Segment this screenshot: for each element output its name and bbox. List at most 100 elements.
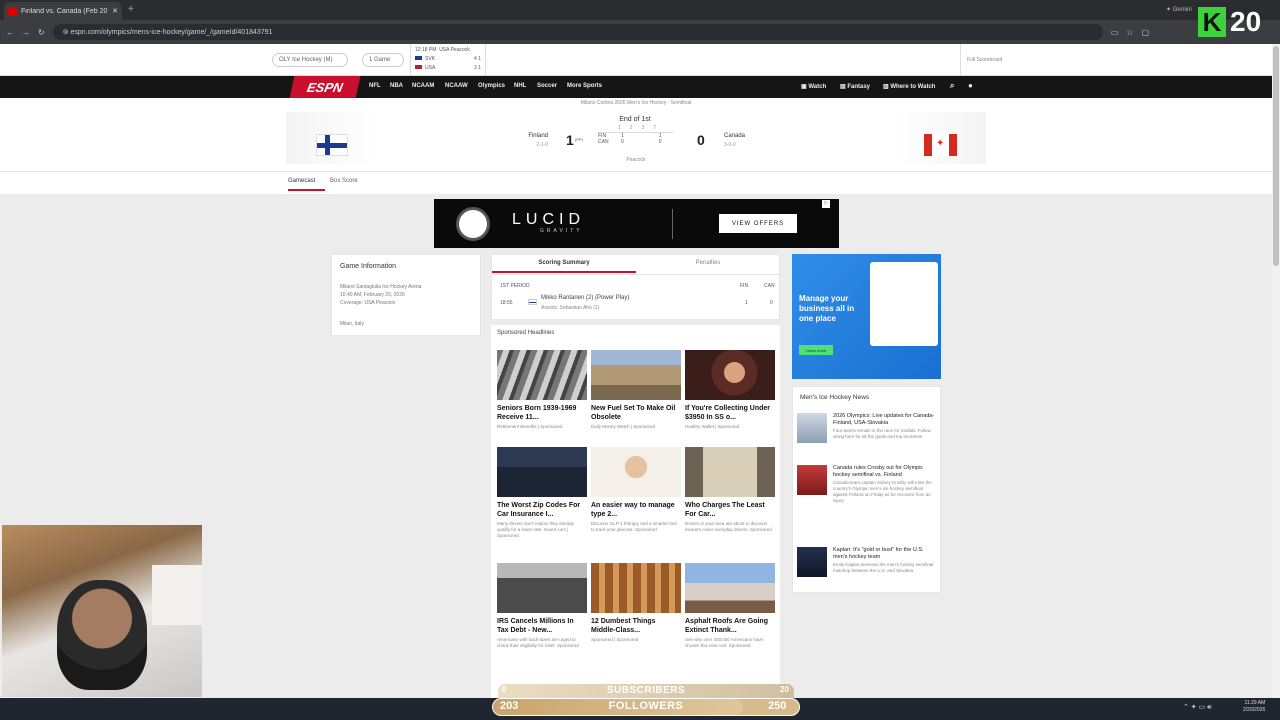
esquire-seal-icon [456, 207, 490, 241]
news-item[interactable]: 2026 Olympics: Live updates for Canada-F… [833, 413, 937, 440]
clock-date: 2/20/2026 [1243, 707, 1266, 713]
followers-right: 250 [768, 700, 787, 712]
nav-link-ncaam[interactable]: NCAAM [412, 83, 434, 89]
goal-can-score: 0 [770, 300, 773, 306]
sponsored-item[interactable]: 12 Dumbest Things Middle-Class... Sponso… [591, 563, 681, 643]
home-team-name[interactable]: Canada [724, 133, 745, 139]
news-item[interactable]: Kaplan: It's "gold or bust" for the U.S.… [833, 547, 937, 574]
clock-time: 11:29 AM [1244, 700, 1266, 706]
view-offers-button[interactable]: VIEW OFFERS [719, 214, 797, 233]
browser-tab[interactable]: Finland vs. Canada (Feb 20, 20 ✕ [4, 2, 122, 20]
league-select[interactable]: OLY Ice Hockey (M) [272, 53, 348, 67]
sponsored-headlines-card: Sponsored Headlines Seniors Born 1939-19… [491, 325, 780, 698]
goal-scorer[interactable]: Mikko Rantanen (2) (Power Play) [541, 295, 629, 301]
sponsored-item[interactable]: If You're Collecting Under $3950 In SS o… [685, 350, 775, 430]
sponsored-item[interactable]: IRS Cancels Millions In Tax Debt - New..… [497, 563, 587, 649]
adchoices-icon[interactable]: ▷ [822, 200, 830, 208]
sponsored-item[interactable]: An easier way to manage type 2... Discov… [591, 447, 681, 533]
nav-watch[interactable]: ▣ Watch [801, 83, 826, 90]
linescore-table: 123T FIN 1 1 CAN 0 0 [598, 125, 674, 145]
tab-box-score[interactable]: Box Score [330, 178, 358, 184]
venue: Milano Santagiulia Ice Hockey Arena [340, 284, 422, 290]
webcam-window [152, 565, 202, 625]
nav-link-more-sports[interactable]: More Sports [567, 83, 602, 89]
mini-time: 12:18 PM [415, 47, 437, 53]
nav-link-nhl[interactable]: NHL [514, 83, 526, 89]
sponsored-headline: If You're Collecting Under $3950 In SS o… [685, 405, 771, 421]
game-datetime: 10:40 AM, February 20, 2026 [340, 292, 405, 298]
scores-subnav: OLY Ice Hockey (M) 1 Game 12:18 PM USA P… [0, 44, 1272, 76]
gamestrip-scoreboard: ✦ End of 1st Finland 2-1-0 1 (PP) 123T F… [0, 108, 1272, 172]
profile-icon[interactable]: ● [968, 81, 973, 90]
canada-flag-panel: ✦ [894, 112, 986, 164]
bookmark-star-icon[interactable]: ☆ [1126, 28, 1133, 37]
kick-follow-badge: K 20 [1198, 4, 1278, 40]
extensions-icon[interactable]: ▢ [1141, 28, 1149, 37]
nav-fantasy[interactable]: ▤ Fantasy [840, 83, 870, 90]
tab-gamecast[interactable]: Gamecast [288, 178, 325, 191]
clock[interactable]: 11:29 AM 2/20/2026 [1243, 700, 1265, 714]
game-information-card: Game Information Milano Santagiulia Ice … [331, 254, 481, 336]
away-team-name[interactable]: Finland [510, 133, 548, 139]
mini-team1: SVK [425, 56, 436, 62]
side-ad[interactable]: Manage your business all in one place Le… [792, 254, 941, 379]
sponsored-source: Retirement Benefits | Sponsored [497, 424, 562, 429]
kick-logo-icon: K [1198, 7, 1226, 37]
sponsored-source: Drivers in your area are about to discov… [685, 521, 772, 532]
full-scoreboard-link[interactable]: Full Scoreboard [960, 44, 1272, 76]
tab-penalties[interactable]: Penalties [636, 260, 780, 266]
svk-flag-icon [415, 56, 422, 60]
search-icon[interactable]: ⌕ [950, 81, 954, 91]
nav-where-label: Where to Watch [890, 84, 936, 90]
sponsored-source: Sponsored | Sponsored [591, 637, 639, 642]
nav-link-nba[interactable]: NBA [390, 83, 403, 89]
sponsored-item[interactable]: New Fuel Set To Make Oil Obsolete Daily … [591, 350, 681, 430]
page-tabs: Gamecast Box Score [0, 172, 1272, 194]
cast-icon[interactable]: ▭ [1111, 28, 1119, 37]
lucid-ad-banner[interactable]: LUCID GRAVITY VIEW OFFERS ▷ [434, 199, 839, 248]
nav-link-nfl[interactable]: NFL [369, 83, 381, 89]
side-ad-headline: Manage your business all in one place [799, 294, 855, 323]
mini-score2: 3 1 [474, 65, 481, 71]
sponsored-headline: An easier way to manage type 2... [591, 502, 675, 518]
new-tab-button[interactable]: + [128, 4, 134, 15]
nav-link-olympics[interactable]: Olympics [478, 83, 505, 89]
news-title: Men's Ice Hockey News [800, 394, 870, 401]
news-headline: Kaplan: It's "gold or bust" for the U.S.… [833, 547, 924, 560]
news-item[interactable]: Canada rules Crosby out for Olympic hock… [833, 465, 937, 504]
page-scrollbar-thumb[interactable] [1273, 46, 1279, 266]
sponsored-headline: Seniors Born 1939-1969 Receive 11... [497, 405, 577, 421]
sponsored-item[interactable]: The Worst Zip Codes For Car Insurance I.… [497, 447, 587, 539]
mini-scorecard[interactable]: 12:18 PM USA Peacock SVK 4 1 USA 3 1 [410, 44, 486, 76]
reload-icon[interactable]: ↻ [38, 28, 45, 37]
side-ad-cta[interactable]: Learn more [799, 345, 833, 355]
nav-link-soccer[interactable]: Soccer [537, 83, 557, 89]
nav-link-ncaaw[interactable]: NCAAW [445, 83, 468, 89]
sponsored-title: Sponsored Headlines [497, 330, 555, 336]
forward-icon[interactable]: → [22, 28, 30, 37]
sponsored-image [685, 563, 775, 613]
followers-label: FOLLOWERS [608, 700, 684, 712]
tray-icons[interactable]: ⌃ ✦ ▭ 🔊︎ [1183, 703, 1212, 712]
nav-where-to-watch[interactable]: ▥ Where to Watch [883, 83, 935, 90]
espn-logo[interactable]: ESPN [289, 76, 361, 98]
col-can: CAN [764, 283, 775, 289]
sponsored-item[interactable]: Asphalt Roofs Are Going Extinct Thank...… [685, 563, 775, 649]
side-ad-phone-mockup [870, 262, 938, 346]
sponsored-item[interactable]: Who Charges The Least For Car... Drivers… [685, 447, 775, 533]
sponsored-item[interactable]: Seniors Born 1939-1969 Receive 11... Ret… [497, 350, 587, 430]
browser-tab-strip: Finland vs. Canada (Feb 20, 20 ✕ + ✦ Gem… [0, 0, 1280, 20]
lock-icon: ⊚ [62, 29, 71, 36]
tab-scoring-summary[interactable]: Scoring Summary [492, 260, 636, 273]
nav-watch-label: Watch [808, 84, 827, 90]
url-field[interactable]: ⊚ espn.com/olympics/mens-ice-hockey/game… [52, 24, 1103, 40]
games-select[interactable]: 1 Game [362, 53, 404, 67]
mens-ice-hockey-news-card: Men's Ice Hockey News 2026 Olympics: Liv… [792, 386, 941, 593]
back-icon[interactable]: ← [6, 28, 14, 37]
close-tab-icon[interactable]: ✕ [112, 7, 118, 15]
sponsored-image [685, 350, 775, 400]
game-header-strip: Milano Cortina 2026 Men's Ice Hockey - S… [0, 98, 1272, 108]
kick-count: 20 [1230, 6, 1262, 37]
gemini-button[interactable]: ✦ Gemini [1166, 6, 1192, 13]
webcam-overlay [2, 525, 202, 697]
